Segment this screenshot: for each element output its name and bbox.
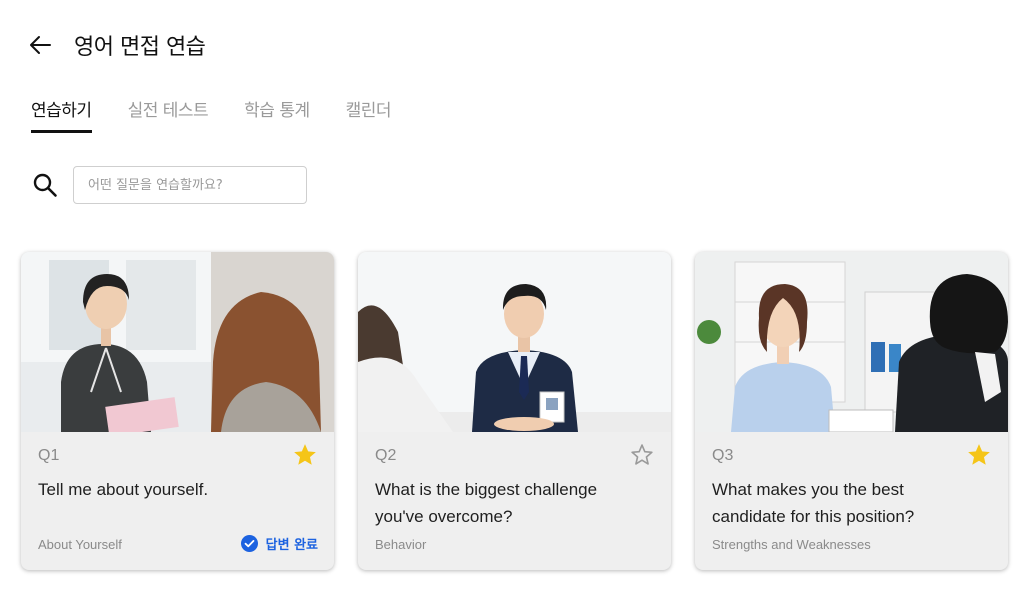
page-header: 영어 면접 연습 <box>26 28 206 62</box>
tab-bar: 연습하기 실전 테스트 학습 통계 캘린더 <box>31 96 427 133</box>
question-category: Behavior <box>375 537 427 552</box>
search-bar <box>32 166 307 204</box>
card-body: Q3 What makes you the best candidate for… <box>695 432 1008 570</box>
question-card[interactable]: Q1 Tell me about yourself. About Yoursel… <box>21 252 334 570</box>
check-circle-icon <box>240 535 258 552</box>
card-body: Q2 What is the biggest challenge you've … <box>358 432 671 570</box>
question-number: Q3 <box>712 447 734 464</box>
question-text: What is the biggest challenge you've ove… <box>375 480 598 526</box>
star-outline-icon[interactable] <box>629 442 655 468</box>
question-number: Q2 <box>375 447 397 464</box>
question-card-list: Q1 Tell me about yourself. About Yoursel… <box>21 252 1026 570</box>
interview-photo <box>21 252 334 432</box>
question-text: What makes you the best candidate for th… <box>712 480 915 526</box>
question-number: Q1 <box>38 447 60 464</box>
interview-photo <box>695 252 1008 432</box>
star-filled-icon[interactable] <box>966 442 992 468</box>
answered-label: 답변 완료 <box>265 538 318 553</box>
question-category: Strengths and Weaknesses <box>712 537 871 552</box>
search-input[interactable] <box>73 166 307 204</box>
interview-photo <box>358 252 671 432</box>
question-text: Tell me about yourself. <box>38 480 209 499</box>
answered-badge: 답변 완료 <box>240 534 318 553</box>
question-card[interactable]: Q2 What is the biggest challenge you've … <box>358 252 671 570</box>
tab-calendar[interactable]: 캘린더 <box>346 96 392 133</box>
tab-statistics[interactable]: 학습 통계 <box>244 96 310 133</box>
tab-practice[interactable]: 연습하기 <box>31 96 92 133</box>
search-icon[interactable] <box>32 172 58 198</box>
question-category: About Yourself <box>38 537 122 552</box>
arrow-left-icon <box>30 36 51 54</box>
back-button[interactable] <box>26 28 54 62</box>
star-filled-icon[interactable] <box>292 442 318 468</box>
tab-real-test[interactable]: 실전 테스트 <box>128 96 209 133</box>
page-title: 영어 면접 연습 <box>74 35 206 60</box>
card-body: Q1 Tell me about yourself. About Yoursel… <box>21 432 334 570</box>
question-card[interactable]: Q3 What makes you the best candidate for… <box>695 252 1008 570</box>
